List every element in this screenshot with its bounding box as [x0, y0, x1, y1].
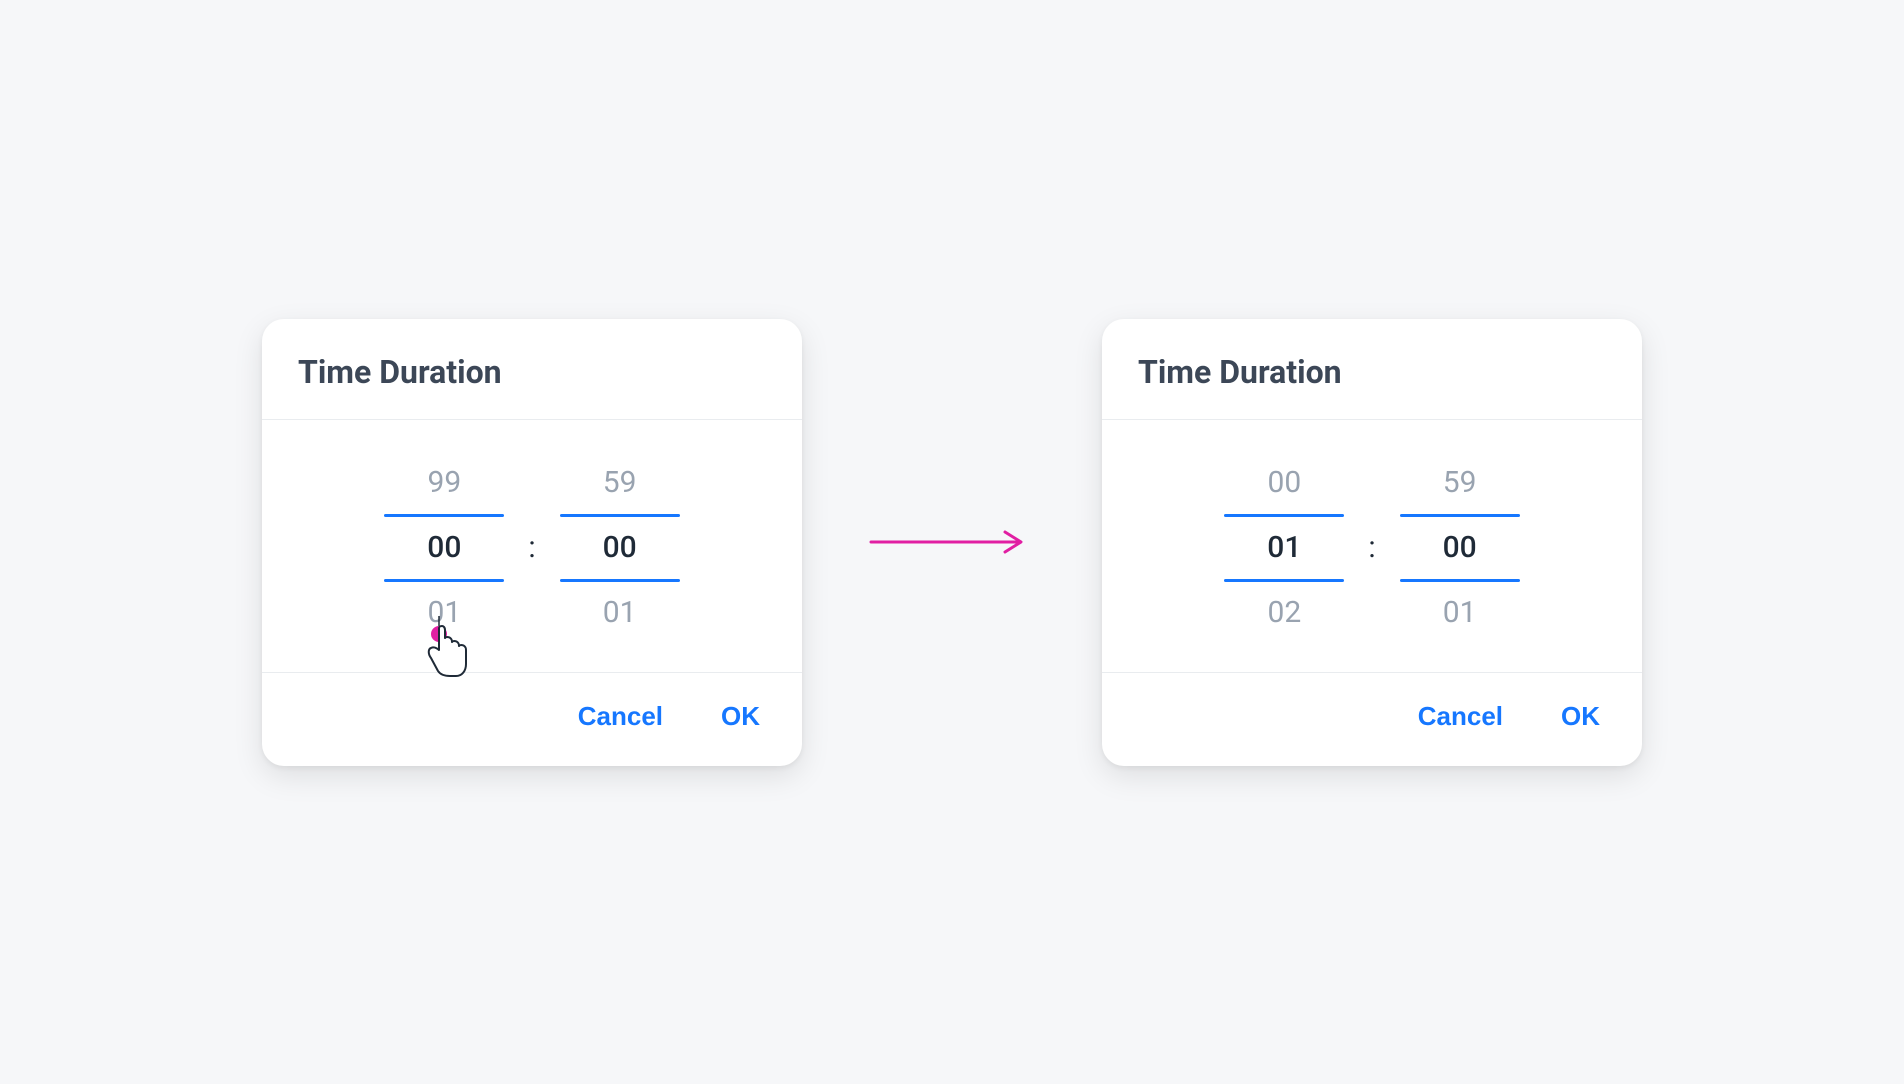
time-duration-dialog-before: Time Duration 99 00 01 — [262, 319, 802, 766]
minutes-current-value: 00 — [560, 517, 680, 579]
picker-body: 00 01 02 : 59 00 01 — [1102, 420, 1642, 672]
duration-picker: 99 00 01 : 59 — [384, 452, 679, 644]
transition-arrow-icon — [862, 527, 1042, 557]
hours-wheel[interactable]: 00 01 02 — [1224, 452, 1344, 644]
hours-current-value: 01 — [1224, 517, 1344, 579]
hours-prev-value: 99 — [384, 452, 504, 514]
ok-button[interactable]: OK — [715, 697, 766, 736]
dialog-title: Time Duration — [1138, 353, 1606, 391]
dialog-footer: Cancel OK — [262, 672, 802, 766]
time-separator: : — [1366, 530, 1377, 565]
dialog-header: Time Duration — [262, 319, 802, 420]
minutes-current-value: 00 — [1400, 517, 1520, 579]
comparison-stage: Time Duration 99 00 01 — [0, 319, 1904, 766]
hours-prev-value: 00 — [1224, 452, 1344, 514]
hours-next-value: 02 — [1224, 582, 1344, 644]
minutes-next-value: 01 — [560, 582, 680, 644]
duration-picker: 00 01 02 : 59 00 01 — [1224, 452, 1519, 644]
minutes-prev-value: 59 — [1400, 452, 1520, 514]
time-duration-dialog-after: Time Duration 00 01 02 : 59 00 01 — [1102, 319, 1642, 766]
cancel-button[interactable]: Cancel — [572, 697, 669, 736]
minutes-wheel[interactable]: 59 00 01 — [560, 452, 680, 644]
minutes-wheel[interactable]: 59 00 01 — [1400, 452, 1520, 644]
ok-button[interactable]: OK — [1555, 697, 1606, 736]
dialog-header: Time Duration — [1102, 319, 1642, 420]
cancel-button[interactable]: Cancel — [1412, 697, 1509, 736]
minutes-next-value: 01 — [1400, 582, 1520, 644]
dialog-title: Time Duration — [298, 353, 766, 391]
dialog-footer: Cancel OK — [1102, 672, 1642, 766]
hours-next-value: 01 — [384, 582, 504, 644]
hours-wheel[interactable]: 99 00 01 — [384, 452, 504, 644]
minutes-prev-value: 59 — [560, 452, 680, 514]
picker-body: 99 00 01 : 59 — [262, 420, 802, 672]
time-separator: : — [526, 530, 537, 565]
hours-current-value: 00 — [384, 517, 504, 579]
